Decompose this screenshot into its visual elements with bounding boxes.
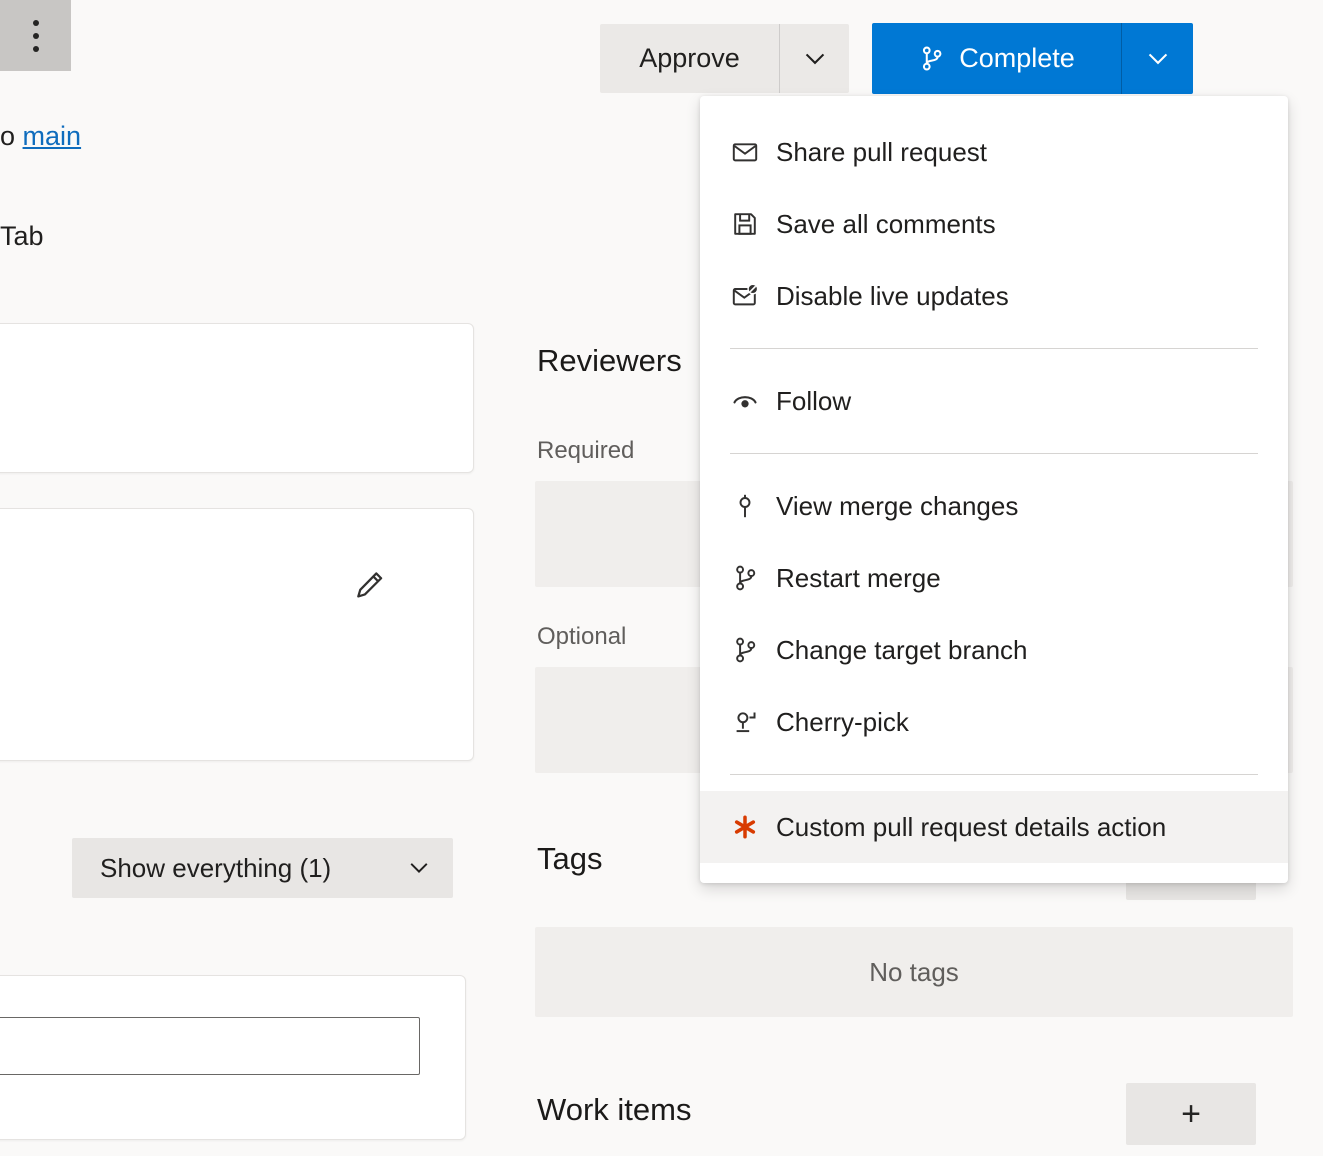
menu-item-label: Cherry-pick bbox=[776, 707, 909, 738]
menu-item-label: Follow bbox=[776, 386, 851, 417]
reviewers-heading: Reviewers bbox=[537, 343, 682, 379]
no-tags-box: No tags bbox=[535, 927, 1293, 1017]
menu-item-label: Change target branch bbox=[776, 635, 1028, 666]
menu-item-custom-pull-request-details-action[interactable]: Custom pull request details action bbox=[700, 791, 1288, 863]
pull-request-page: Approve Complete o main Tab bbox=[0, 0, 1323, 1156]
git-branch-icon bbox=[731, 636, 759, 664]
work-items-heading: Work items bbox=[537, 1092, 691, 1128]
git-commit-icon bbox=[731, 492, 759, 520]
tab-label: Tab bbox=[0, 221, 44, 252]
approve-dropdown-button[interactable] bbox=[779, 24, 849, 93]
menu-item-restart-merge[interactable]: Restart merge bbox=[700, 542, 1288, 614]
target-branch-link[interactable]: main bbox=[23, 121, 82, 151]
menu-item-label: Disable live updates bbox=[776, 281, 1009, 312]
menu-item-label: View merge changes bbox=[776, 491, 1018, 522]
complete-split-button: Complete bbox=[872, 23, 1193, 94]
more-actions-menu: Share pull request Save all comments bbox=[700, 96, 1288, 883]
approve-button[interactable]: Approve bbox=[600, 24, 779, 93]
cherry-pick-icon bbox=[731, 708, 759, 736]
menu-divider bbox=[730, 774, 1258, 775]
mail-paused-icon bbox=[731, 282, 759, 310]
menu-item-share-pull-request[interactable]: Share pull request bbox=[700, 116, 1288, 188]
save-icon bbox=[731, 210, 759, 238]
menu-item-change-target-branch[interactable]: Change target branch bbox=[700, 614, 1288, 686]
git-branch-icon bbox=[731, 564, 759, 592]
menu-item-label: Restart merge bbox=[776, 563, 941, 594]
breadcrumb: o main bbox=[0, 121, 81, 152]
no-tags-text: No tags bbox=[869, 957, 959, 988]
follow-eye-icon bbox=[731, 387, 759, 415]
chevron-down-icon bbox=[1145, 46, 1171, 72]
menu-divider bbox=[730, 453, 1258, 454]
more-actions-button[interactable] bbox=[0, 0, 71, 71]
menu-divider bbox=[730, 348, 1258, 349]
required-label: Required bbox=[537, 437, 634, 465]
optional-label: Optional bbox=[537, 623, 626, 651]
menu-item-disable-live-updates[interactable]: Disable live updates bbox=[700, 260, 1288, 332]
vertical-ellipsis-icon bbox=[33, 20, 39, 26]
show-everything-label: Show everything (1) bbox=[100, 853, 331, 884]
menu-item-cherry-pick[interactable]: Cherry-pick bbox=[700, 686, 1288, 758]
complete-button[interactable]: Complete bbox=[872, 23, 1121, 94]
chevron-down-icon bbox=[407, 856, 431, 880]
menu-item-label: Share pull request bbox=[776, 137, 987, 168]
mail-icon bbox=[731, 138, 759, 166]
tags-heading: Tags bbox=[537, 841, 602, 877]
complete-dropdown-button[interactable] bbox=[1121, 23, 1193, 94]
plus-icon: + bbox=[1181, 1095, 1201, 1134]
edit-pencil-icon[interactable] bbox=[352, 567, 388, 603]
left-card-top bbox=[0, 323, 474, 473]
menu-item-label: Custom pull request details action bbox=[776, 812, 1166, 843]
comment-input[interactable] bbox=[0, 1017, 420, 1075]
menu-item-view-merge-changes[interactable]: View merge changes bbox=[700, 470, 1288, 542]
git-branch-icon bbox=[918, 45, 945, 72]
approve-split-button: Approve bbox=[600, 24, 849, 93]
approve-button-label: Approve bbox=[639, 43, 740, 74]
show-everything-dropdown[interactable]: Show everything (1) bbox=[72, 838, 453, 898]
breadcrumb-prefix: o bbox=[0, 121, 15, 151]
menu-item-label: Save all comments bbox=[776, 209, 996, 240]
chevron-down-icon bbox=[802, 46, 828, 72]
complete-button-label: Complete bbox=[959, 43, 1075, 74]
extension-icon bbox=[731, 813, 759, 841]
menu-item-save-all-comments[interactable]: Save all comments bbox=[700, 188, 1288, 260]
description-card bbox=[0, 508, 474, 761]
add-work-item-button[interactable]: + bbox=[1126, 1083, 1256, 1145]
menu-item-follow[interactable]: Follow bbox=[700, 365, 1288, 437]
